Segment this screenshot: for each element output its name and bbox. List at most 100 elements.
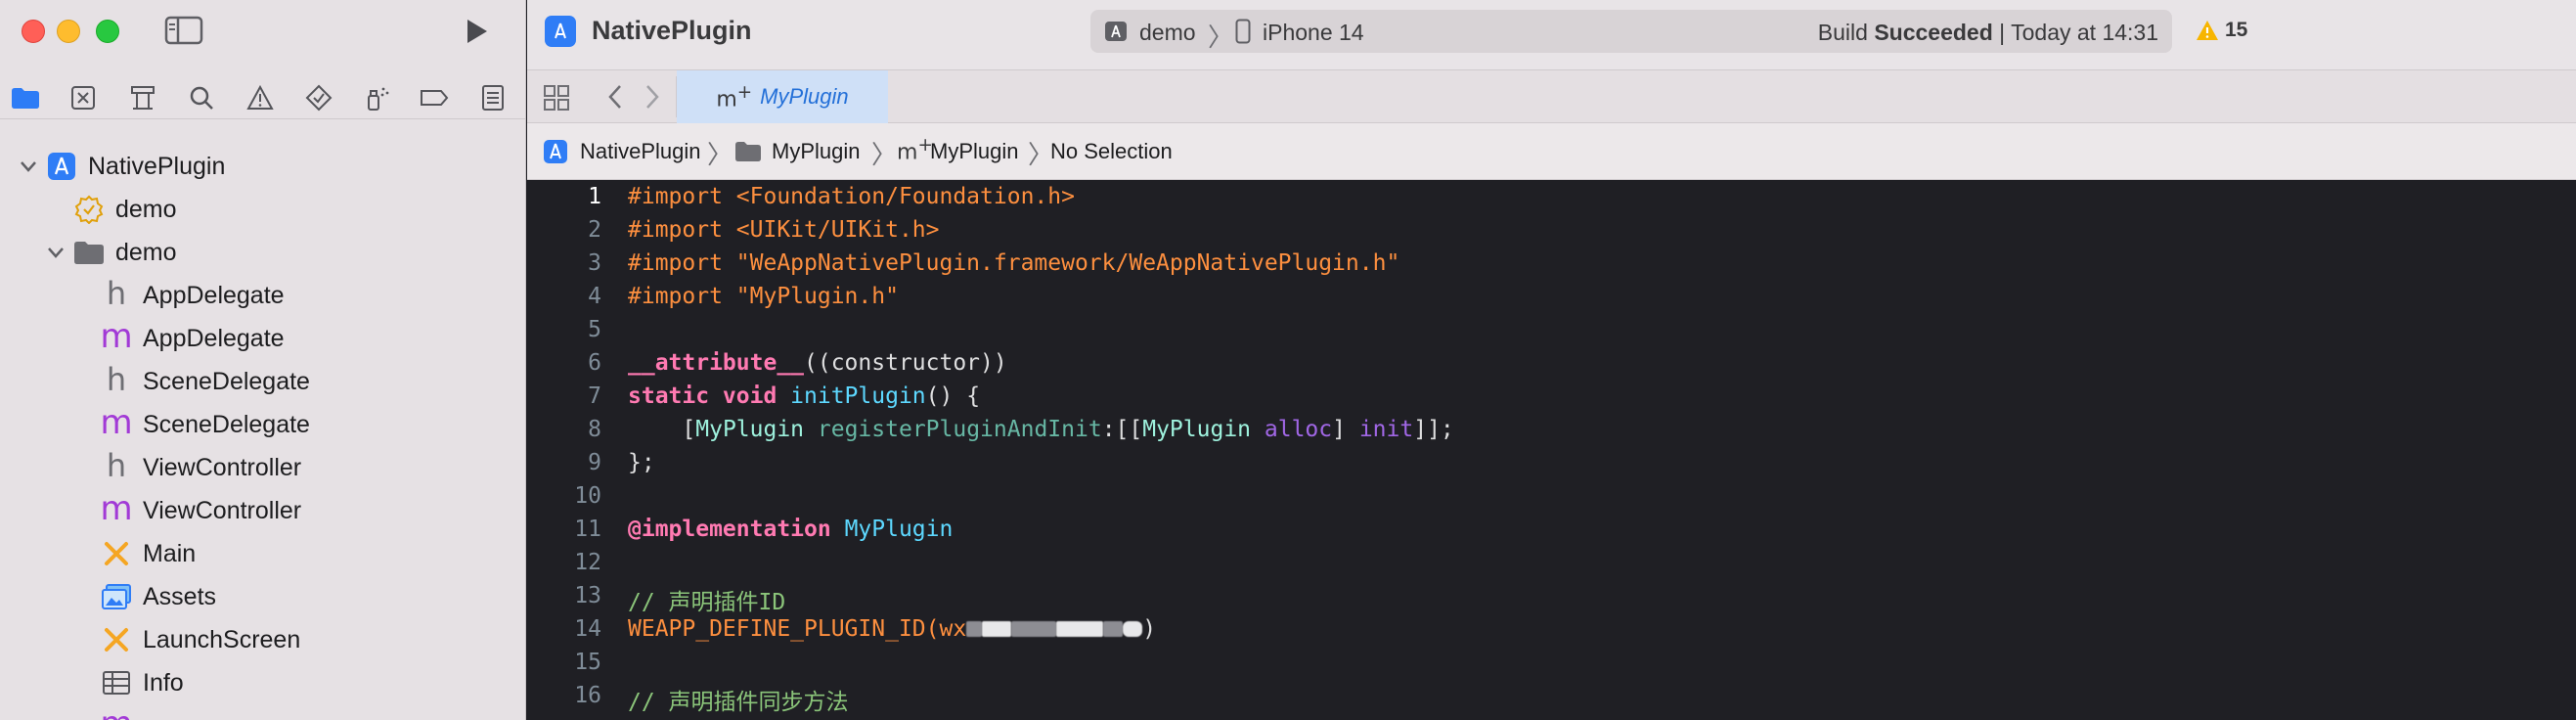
tree-item-label: Info (143, 668, 184, 697)
line-number: 2 (588, 217, 601, 243)
tree-item-folder[interactable]: demo (0, 231, 525, 274)
tree-item-label: demo (115, 195, 177, 223)
line-number: 9 (588, 450, 601, 475)
tab-myplugin[interactable]: m+ MyPlugin (677, 70, 888, 123)
tree-item-file[interactable]: LaunchScreen (0, 618, 525, 661)
tree-item-label: ViewController (143, 496, 302, 524)
tree-item-project[interactable]: NativePlugin (0, 145, 525, 188)
jump-bar-item-group[interactable]: MyPlugin (772, 139, 860, 164)
header-h-icon: h (106, 275, 127, 312)
debug-navigator-spray-icon[interactable] (362, 82, 393, 113)
tree-item-file[interactable]: Main (0, 532, 525, 575)
project-navigator-folder-icon[interactable] (10, 82, 41, 113)
xcodeproj-icon (45, 150, 78, 183)
tree-item-label: AppDelegate (143, 281, 285, 309)
jump-bar-item-project[interactable]: NativePlugin (580, 139, 701, 164)
report-navigator-icon[interactable] (477, 82, 509, 113)
tree-item-label: NativePlugin (88, 152, 226, 180)
line-number: 1 (588, 184, 601, 209)
storyboard-icon (100, 623, 133, 656)
line-number: 14 (574, 616, 601, 642)
objc-m-icon: m (100, 707, 133, 720)
code-line[interactable]: // 声明插件ID (628, 583, 785, 616)
code-line[interactable]: // 声明插件同步方法 (628, 683, 849, 716)
code-line[interactable]: WEAPP_DEFINE_PLUGIN_ID(wx) (628, 616, 1156, 642)
run-icon[interactable] (460, 16, 491, 47)
tree-item-label: LaunchScreen (143, 625, 301, 653)
tree-item-file[interactable]: h ViewController (0, 446, 525, 489)
code-line[interactable]: static void initPlugin() { (628, 383, 980, 409)
header-h-icon: h (106, 361, 127, 398)
chevron-down-icon[interactable] (18, 156, 39, 177)
tree-item-label: AppDelegate (143, 324, 285, 352)
code-line[interactable]: #import "MyPlugin.h" (628, 284, 899, 309)
source-control-icon[interactable] (67, 82, 99, 113)
minimize-window-button[interactable] (57, 20, 80, 43)
tree-item-label: demo (115, 238, 177, 266)
code-line[interactable]: @implementation MyPlugin (628, 517, 953, 542)
jump-bar-item-file[interactable]: MyPlugin (930, 139, 1018, 164)
jump-bar-item-selection[interactable]: No Selection (1050, 139, 1173, 164)
objc-m-plus-icon: m+ (897, 135, 933, 165)
chevron-right-icon: 〉 (707, 140, 733, 169)
chevron-down-icon[interactable] (45, 242, 67, 263)
tree-item-file[interactable]: m AppDelegate (0, 317, 525, 360)
code-line[interactable]: [MyPlugin registerPluginAndInit:[[MyPlug… (628, 417, 1453, 442)
code-line[interactable]: #import <UIKit/UIKit.h> (628, 217, 940, 243)
related-items-grid-icon[interactable] (543, 84, 570, 112)
chevron-right-icon: 〉 (1208, 22, 1234, 52)
line-number: 10 (574, 483, 601, 509)
run-destination-selector[interactable]: iPhone 14 (1263, 20, 1364, 46)
test-navigator-diamond-icon[interactable] (303, 82, 334, 113)
tree-item-label: Assets (143, 582, 217, 610)
storyboard-icon (100, 537, 133, 570)
tree-item-file[interactable]: Assets (0, 575, 525, 618)
window-toolbar: NativePlugin demo 〉 iPhone 14 Build Succ… (527, 0, 2576, 70)
line-number: 3 (588, 250, 601, 276)
tree-item-file[interactable]: m (0, 704, 525, 720)
close-window-button[interactable] (22, 20, 45, 43)
plist-table-icon (100, 666, 133, 699)
chevron-left-icon[interactable] (605, 82, 625, 112)
scheme-selector[interactable]: demo (1139, 20, 1196, 46)
line-number: 12 (574, 550, 601, 575)
editor-tab-bar: m+ MyPlugin (527, 70, 2576, 123)
line-number: 4 (588, 284, 601, 309)
activity-viewer[interactable]: demo 〉 iPhone 14 Build Succeeded | Today… (1090, 10, 2172, 53)
redacted-block (1056, 621, 1104, 637)
code-line[interactable]: __attribute__((constructor)) (628, 350, 1007, 376)
tree-item-file[interactable]: m SceneDelegate (0, 403, 525, 446)
redacted-block (1123, 621, 1143, 637)
objc-m-icon: m (100, 403, 133, 442)
objc-m-plus-icon: m+ (716, 81, 753, 112)
issue-navigator-warning-icon[interactable] (244, 82, 276, 113)
header-h-icon: h (106, 447, 127, 484)
line-number: 8 (588, 417, 601, 442)
tab-label: MyPlugin (760, 84, 849, 109)
tree-item-file[interactable]: Info (0, 661, 525, 704)
line-number: 15 (574, 650, 601, 675)
chevron-right-icon: 〉 (871, 140, 898, 169)
breakpoint-navigator-icon[interactable] (419, 82, 450, 113)
tree-item-file[interactable]: m ViewController (0, 489, 525, 532)
code-line[interactable]: #import <Foundation/Foundation.h> (628, 184, 1075, 209)
redacted-block (1103, 621, 1124, 637)
sidebar-toggle-icon[interactable] (164, 16, 203, 45)
warning-icon[interactable] (2196, 20, 2219, 41)
source-editor[interactable]: 1 2 3 4 5 6 7 8 9 10 11 12 13 14 15 16 #… (527, 180, 2576, 720)
jump-bar: NativePlugin 〉 MyPlugin 〉 m+ MyPlugin 〉 … (527, 123, 2576, 180)
symbol-navigator-icon[interactable] (127, 82, 158, 113)
tree-item-target[interactable]: demo (0, 188, 525, 231)
code-line[interactable]: #import "WeAppNativePlugin.framework/WeA… (628, 250, 1399, 276)
find-navigator-search-icon[interactable] (186, 82, 217, 113)
code-line[interactable]: }; (628, 450, 655, 475)
tree-item-label: Main (143, 539, 197, 567)
warning-count[interactable]: 15 (2225, 19, 2247, 42)
chevron-right-icon[interactable] (643, 82, 662, 112)
tree-item-file[interactable]: h SceneDelegate (0, 360, 525, 403)
tree-item-file[interactable]: h AppDelegate (0, 274, 525, 317)
navigator-sidebar: NativePlugin demo demo h AppDelegate m A… (0, 0, 526, 720)
tree-item-label: ViewController (143, 453, 302, 481)
zoom-window-button[interactable] (96, 20, 119, 43)
redacted-block (982, 621, 1012, 637)
